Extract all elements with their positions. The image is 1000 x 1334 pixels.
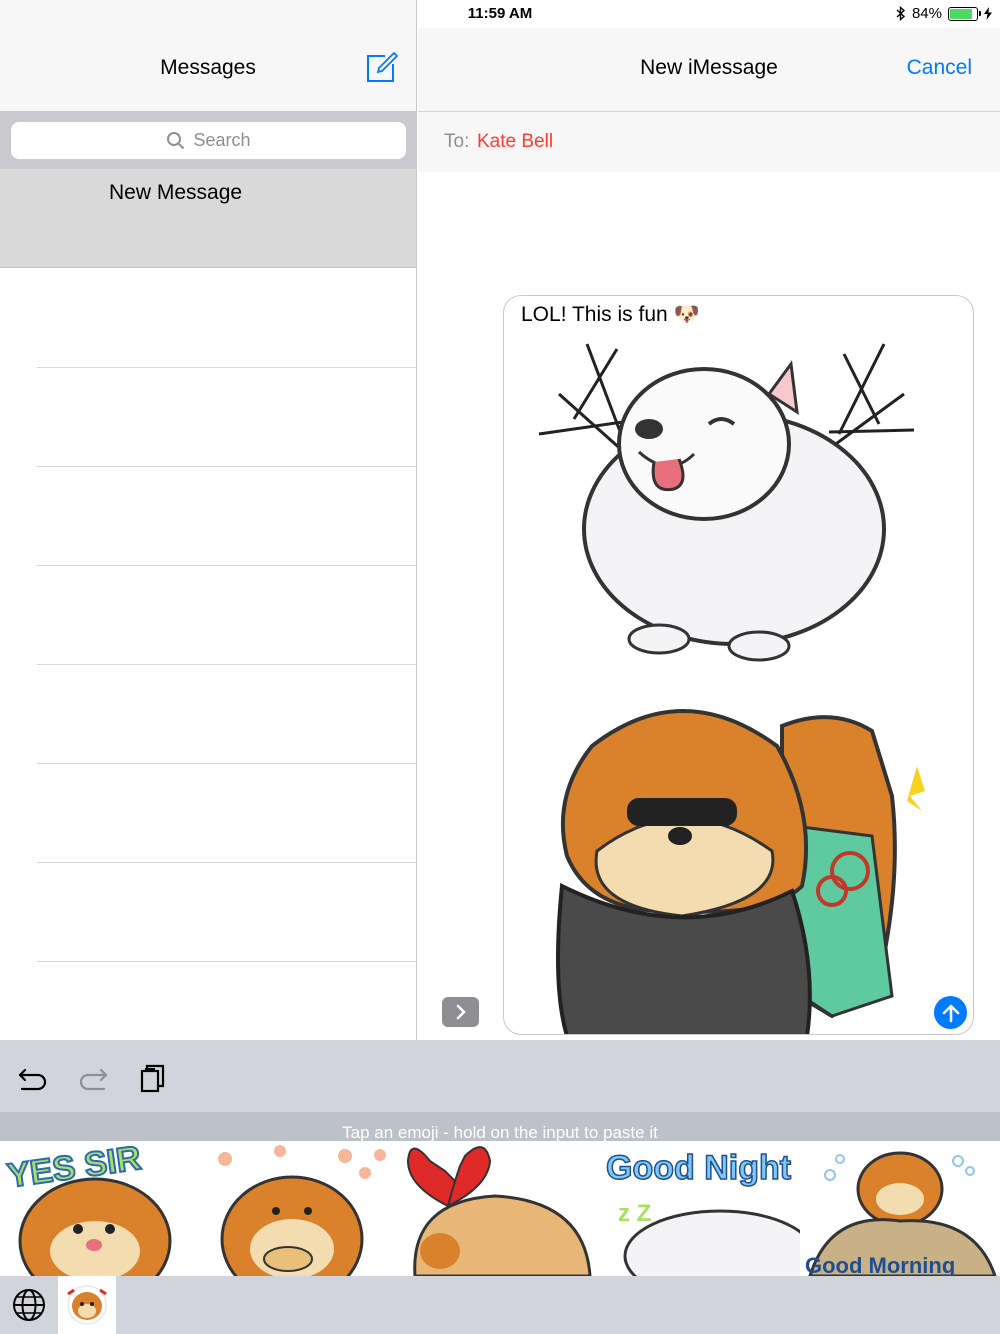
list-divider (37, 565, 416, 566)
list-divider (37, 466, 416, 467)
search-input[interactable]: Search (11, 122, 406, 159)
conversation-list-pane: Messages Search New Message (0, 0, 417, 1040)
chevron-right-icon (456, 1004, 466, 1020)
redo-button[interactable] (76, 1060, 110, 1094)
switch-keyboard-button[interactable] (12, 1288, 46, 1322)
expand-apps-button[interactable] (442, 997, 479, 1027)
sticker-good-morning[interactable]: Good Morning (800, 1141, 1000, 1276)
status-right: 84% (896, 5, 992, 22)
sleep-zzz: z Z (618, 1200, 651, 1227)
bluetooth-icon (896, 6, 906, 21)
charging-icon (984, 7, 992, 20)
sticker-caption: Good Morning (805, 1253, 955, 1276)
battery-icon (948, 6, 981, 21)
arrow-up-icon (942, 1004, 959, 1022)
list-divider (37, 862, 416, 863)
search-bar: Search (0, 112, 416, 169)
sticker-happy-flowers[interactable] (200, 1141, 400, 1276)
sticker-good-morning-image: Good Morning (805, 1151, 997, 1276)
brown-pomeranian-sticker[interactable] (532, 686, 932, 1035)
sticker-happy-flowers-image (218, 1145, 386, 1276)
sticker-strip: YES SIR Good Night z Z Good Morning (0, 1141, 1000, 1276)
keyboard-bottom-bar (0, 1276, 1000, 1334)
pomeranian-app-icon (67, 1285, 107, 1325)
sticker-good-night-image: Good Night z Z (605, 1148, 817, 1276)
search-icon (167, 132, 185, 150)
sticker-caption: Good Night (606, 1149, 791, 1187)
recipient-field[interactable]: To: Kate Bell (418, 112, 1000, 172)
sidebar-title: Messages (160, 56, 256, 79)
conversation-name: New Message (109, 181, 243, 204)
redo-icon (79, 1068, 108, 1091)
recipient-name[interactable]: Kate Bell (477, 131, 553, 153)
white-pomeranian-sticker[interactable] (529, 334, 929, 664)
message-input[interactable]: LOL! This is fun 🐶 (503, 295, 974, 1035)
to-label: To: (444, 131, 470, 152)
cancel-button[interactable]: Cancel (907, 56, 972, 80)
clipboard-icon (140, 1064, 165, 1093)
paste-button[interactable] (136, 1060, 170, 1094)
sticker-yes-sir-image: YES SIR (4, 1141, 172, 1276)
battery-percent: 84% (911, 5, 942, 22)
draft-text: LOL! This is fun 🐶 (521, 303, 700, 326)
conversation-header: New iMessage Cancel (418, 28, 1000, 112)
list-divider (37, 367, 416, 368)
send-button[interactable] (934, 996, 967, 1029)
undo-button[interactable] (16, 1060, 50, 1094)
compose-button[interactable] (364, 50, 399, 84)
sticker-broken-heart-image (406, 1146, 592, 1276)
conversation-item-new-message[interactable]: New Message (0, 169, 416, 268)
sticker-broken-heart[interactable] (400, 1141, 600, 1276)
globe-icon (13, 1289, 45, 1321)
search-placeholder: Search (193, 130, 251, 150)
list-divider (37, 961, 416, 962)
list-divider (37, 664, 416, 665)
keyboard-hint: Tap an emoji - hold on the input to past… (0, 1112, 1000, 1142)
keyboard-toolbar (0, 1040, 1000, 1112)
sticker-yes-sir[interactable]: YES SIR (0, 1141, 200, 1276)
sticker-pack-tab[interactable] (58, 1276, 116, 1334)
sticker-good-night[interactable]: Good Night z Z (600, 1141, 817, 1276)
undo-icon (18, 1068, 47, 1091)
list-divider (37, 763, 416, 764)
sidebar-header: Messages (0, 0, 416, 112)
compose-icon (367, 51, 399, 82)
